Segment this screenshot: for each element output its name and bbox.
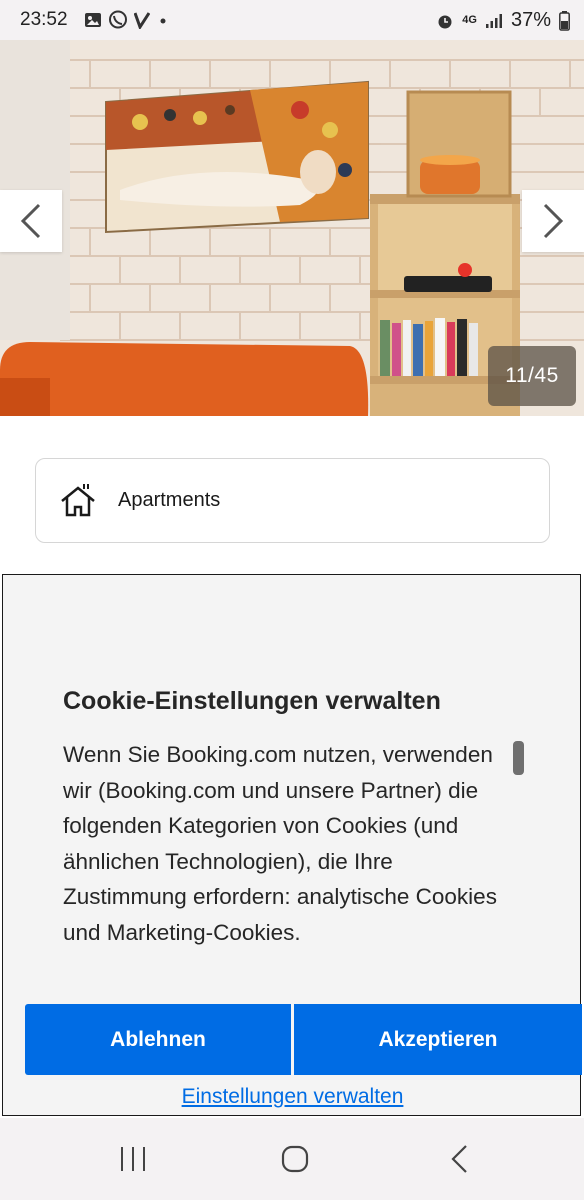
chevron-right-icon <box>543 203 564 239</box>
recent-apps-icon[interactable] <box>118 1144 148 1174</box>
property-type-label: Apartments <box>118 489 221 511</box>
v-app-icon <box>134 12 150 29</box>
back-icon[interactable] <box>447 1144 473 1174</box>
battery-percent: 37% <box>510 9 551 31</box>
home-icon[interactable] <box>280 1144 310 1174</box>
chevron-left-icon <box>20 203 41 239</box>
cookie-title: Cookie-Einstellungen verwalten <box>63 687 441 715</box>
photo-gallery[interactable]: 11/45 <box>0 40 584 416</box>
viber-icon <box>109 10 127 29</box>
property-type-card: Apartments <box>35 458 550 543</box>
decline-button[interactable]: Ablehnen <box>25 1004 291 1075</box>
gallery-prev-button[interactable] <box>0 190 62 252</box>
accept-button[interactable]: Akzeptieren <box>294 1004 582 1075</box>
alarm-icon <box>438 15 452 28</box>
image-icon <box>85 13 101 27</box>
dot-icon <box>160 18 166 24</box>
scrollbar-thumb[interactable] <box>513 741 524 775</box>
manage-settings-link[interactable]: Einstellungen verwalten <box>3 1085 582 1109</box>
house-icon <box>61 483 95 516</box>
system-nav-bar <box>0 1118 584 1200</box>
battery-icon <box>559 10 570 31</box>
status-right-icons: 4G 37% <box>436 9 570 32</box>
signal-icon <box>485 13 502 28</box>
cookie-body: Wenn Sie Booking.com nutzen, verwenden w… <box>63 742 497 945</box>
network-type: 4G <box>462 14 477 26</box>
gallery-next-button[interactable] <box>522 190 584 252</box>
status-left-icons <box>84 10 170 30</box>
cookie-dialog: Cookie-Einstellungen verwalten Wenn Sie … <box>2 574 582 1116</box>
status-bar: 23:52 4G 37% <box>0 0 584 40</box>
status-time: 23:52 <box>20 9 68 30</box>
gallery-counter: 11/45 <box>488 346 576 406</box>
